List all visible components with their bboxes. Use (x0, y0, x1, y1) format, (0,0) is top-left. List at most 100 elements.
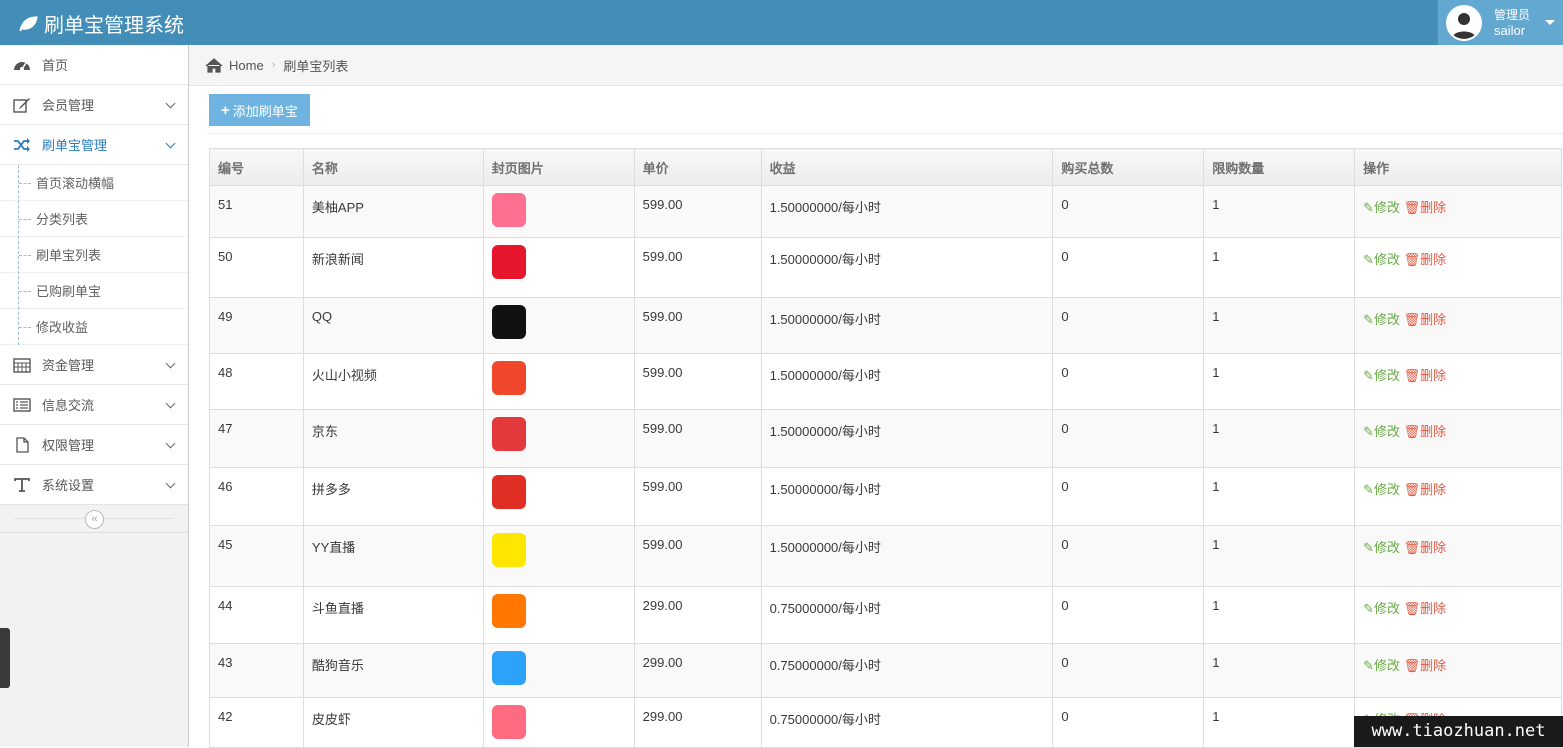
submenu-item-purchased[interactable]: 已购刷单宝 (0, 273, 188, 309)
cell-limit: 1 (1203, 237, 1356, 298)
edit-link[interactable]: ✎修改 (1363, 482, 1400, 497)
cell-income: 0.75000000/每小时 (760, 586, 1054, 644)
sidebar-item-permissions[interactable]: 权限管理 (0, 425, 188, 465)
sidebar-item-label: 刷单宝管理 (42, 138, 108, 153)
edit-link[interactable]: ✎修改 (1363, 658, 1400, 673)
pencil-icon: ✎ (1363, 312, 1375, 327)
cell-income: 0.75000000/每小时 (760, 643, 1054, 698)
cell-price: 599.00 (633, 297, 762, 354)
delete-label: 删除 (1420, 540, 1447, 555)
cell-name: 火山小视频 (302, 353, 484, 410)
cell-cover (482, 697, 635, 748)
trash-icon: 🗑 (1403, 200, 1421, 215)
cell-limit: 1 (1203, 586, 1356, 644)
app-logo-image (491, 417, 526, 451)
edit-link[interactable]: ✎修改 (1363, 540, 1400, 555)
cell-income: 1.50000000/每小时 (760, 185, 1054, 238)
submenu-item-banner[interactable]: 首页滚动横幅 (0, 165, 188, 201)
edit-label: 修改 (1374, 424, 1401, 439)
edit-label: 修改 (1374, 658, 1401, 673)
user-name: sailor (1494, 22, 1526, 38)
trash-icon: 🗑 (1403, 482, 1421, 497)
delete-link[interactable]: 🗑删除 (1404, 482, 1447, 497)
brand[interactable]: 刷单宝管理系统 (18, 9, 184, 38)
col-header-price[interactable]: 单价 (633, 148, 762, 186)
edit-link[interactable]: ✎修改 (1363, 252, 1400, 267)
chevron-down-icon (165, 138, 176, 149)
sidebar-item-label: 会员管理 (42, 98, 95, 113)
col-header-cover[interactable]: 封页图片 (482, 148, 635, 186)
cell-name: 美柚APP (302, 185, 484, 238)
product-table: 编号 名称 封页图片 单价 收益 购买总数 限购数量 操作 51 美柚APP 599… (209, 148, 1562, 748)
cell-actions: ✎修改 🗑删除 (1354, 237, 1562, 298)
delete-link[interactable]: 🗑删除 (1404, 658, 1447, 673)
delete-link[interactable]: 🗑删除 (1404, 540, 1447, 555)
delete-link[interactable]: 🗑删除 (1404, 252, 1447, 267)
edit-link[interactable]: ✎修改 (1363, 312, 1400, 327)
sidebar-item-members[interactable]: 会员管理 (0, 85, 188, 125)
edit-label: 修改 (1374, 601, 1401, 616)
cell-cover (482, 409, 635, 468)
chevron-down-icon (165, 478, 176, 489)
delete-link[interactable]: 🗑删除 (1404, 368, 1447, 383)
app-logo-image (491, 305, 526, 339)
delete-label: 删除 (1420, 312, 1447, 327)
add-product-button[interactable]: + 添加刷单宝 (209, 94, 310, 126)
sidebar-item-messages[interactable]: 信息交流 (0, 385, 188, 425)
submenu-item-categories[interactable]: 分类列表 (0, 201, 188, 237)
cell-name: 拼多多 (302, 467, 484, 526)
toolbar: + 添加刷单宝 (209, 86, 1563, 134)
cell-limit: 1 (1203, 467, 1356, 526)
breadcrumb-home-link[interactable]: Home (229, 58, 264, 73)
col-header-actions: 操作 (1354, 148, 1562, 186)
col-header-id[interactable]: 编号 (209, 148, 304, 186)
submenu-item-product-list[interactable]: 刷单宝列表 (0, 237, 188, 273)
edit-link[interactable]: ✎修改 (1363, 601, 1400, 616)
cell-total: 0 (1052, 185, 1205, 238)
user-menu[interactable]: 管理员 sailor (1438, 0, 1563, 45)
cell-id: 50 (209, 237, 304, 298)
table-row: 48 火山小视频 599.00 1.50000000/每小时 0 1 ✎修改 🗑删除 (209, 353, 1562, 410)
cell-actions: ✎修改 🗑删除 (1354, 586, 1562, 644)
col-header-income[interactable]: 收益 (760, 148, 1054, 186)
delete-link[interactable]: 🗑删除 (1404, 424, 1447, 439)
chevron-down-icon (165, 438, 176, 449)
submenu-item-edit-income[interactable]: 修改收益 (0, 309, 188, 345)
sidebar-item-products[interactable]: 刷单宝管理 (0, 125, 188, 165)
col-header-limit[interactable]: 限购数量 (1203, 148, 1356, 186)
app-title: 刷单宝管理系统 (44, 15, 184, 37)
table-row: 51 美柚APP 599.00 1.50000000/每小时 0 1 ✎修改 🗑删除 (209, 185, 1562, 238)
chevron-down-icon (165, 98, 176, 109)
col-header-total[interactable]: 购买总数 (1052, 148, 1205, 186)
cell-total: 0 (1052, 586, 1205, 644)
table-row: 50 新浪新闻 599.00 1.50000000/每小时 0 1 ✎修改 🗑删除 (209, 237, 1562, 298)
table-row: 47 京东 599.00 1.50000000/每小时 0 1 ✎修改 🗑删除 (209, 409, 1562, 468)
cell-total: 0 (1052, 237, 1205, 298)
trash-icon: 🗑 (1403, 540, 1421, 555)
delete-link[interactable]: 🗑删除 (1404, 200, 1447, 215)
delete-link[interactable]: 🗑删除 (1404, 312, 1447, 327)
cell-actions: ✎修改 🗑删除 (1354, 353, 1562, 410)
cell-income: 1.50000000/每小时 (760, 297, 1054, 354)
edit-link[interactable]: ✎修改 (1363, 368, 1400, 383)
collapse-double-left-icon[interactable]: « (85, 510, 104, 529)
col-header-name[interactable]: 名称 (302, 148, 484, 186)
cell-limit: 1 (1203, 297, 1356, 354)
edit-link[interactable]: ✎修改 (1363, 200, 1400, 215)
plus-icon: + (221, 101, 230, 119)
sidebar: 首页 会员管理 刷单宝管理 首页滚动横幅 分类列表 刷单宝列表 已购刷单宝 修改… (0, 45, 189, 747)
delete-link[interactable]: 🗑删除 (1404, 601, 1447, 616)
trash-icon: 🗑 (1403, 424, 1421, 439)
table-row: 45 YY直播 599.00 1.50000000/每小时 0 1 ✎修改 🗑删除 (209, 525, 1562, 587)
sidebar-item-settings[interactable]: 系统设置 (0, 465, 188, 505)
cell-id: 47 (209, 409, 304, 468)
cell-id: 42 (209, 697, 304, 748)
leaf-icon (19, 15, 38, 31)
side-handle[interactable] (0, 628, 10, 688)
cell-total: 0 (1052, 643, 1205, 698)
home-icon (205, 57, 223, 73)
sidebar-item-funds[interactable]: 资金管理 (0, 345, 188, 385)
app-logo-image (491, 533, 526, 567)
sidebar-item-home[interactable]: 首页 (0, 45, 188, 85)
edit-link[interactable]: ✎修改 (1363, 424, 1400, 439)
